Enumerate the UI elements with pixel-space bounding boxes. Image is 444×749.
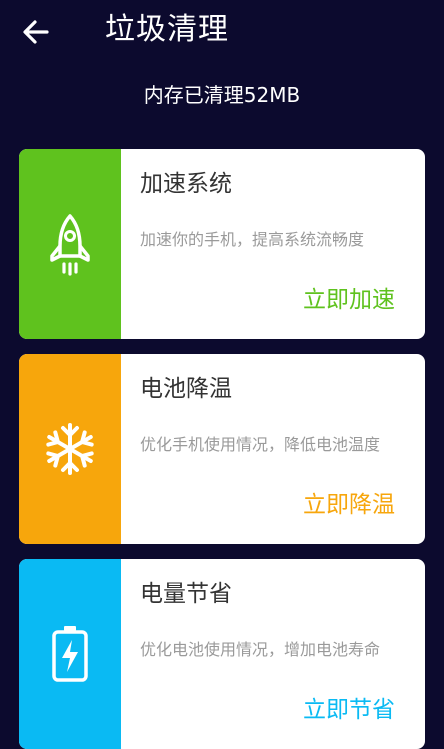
- speed-up-card[interactable]: 加速系统 加速你的手机，提高系统流畅度 立即加速: [19, 149, 425, 339]
- card-title: 电量节省: [140, 581, 232, 607]
- card-description: 优化电池使用情况，增加电池寿命: [140, 640, 381, 659]
- cool-down-icon-pane: [19, 354, 121, 544]
- card-title: 电池降温: [140, 376, 232, 402]
- back-button[interactable]: [18, 14, 54, 50]
- page-title: 垃圾清理: [105, 12, 229, 47]
- top-bar: 垃圾清理: [0, 0, 444, 62]
- cool-down-card[interactable]: 电池降温 优化手机使用情况，降低电池温度 立即降温: [19, 354, 425, 544]
- card-title: 加速系统: [140, 171, 232, 197]
- speed-up-button[interactable]: 立即加速: [303, 283, 395, 317]
- battery-save-button[interactable]: 立即节省: [303, 693, 395, 727]
- card-description: 优化手机使用情况，降低电池温度: [140, 435, 381, 454]
- rocket-icon: [50, 214, 90, 276]
- arrow-left-icon: [23, 20, 49, 44]
- cool-down-button[interactable]: 立即降温: [303, 488, 395, 522]
- battery-save-icon-pane: [19, 559, 121, 749]
- card-description: 加速你的手机，提高系统流畅度: [140, 230, 365, 249]
- speed-up-icon-pane: [19, 149, 121, 339]
- battery-charging-icon: [52, 626, 88, 682]
- snowflake-icon: [46, 423, 94, 475]
- memory-cleared-status: 内存已清理52MB: [143, 83, 301, 107]
- battery-save-card[interactable]: 电量节省 优化电池使用情况，增加电池寿命 立即节省: [19, 559, 425, 749]
